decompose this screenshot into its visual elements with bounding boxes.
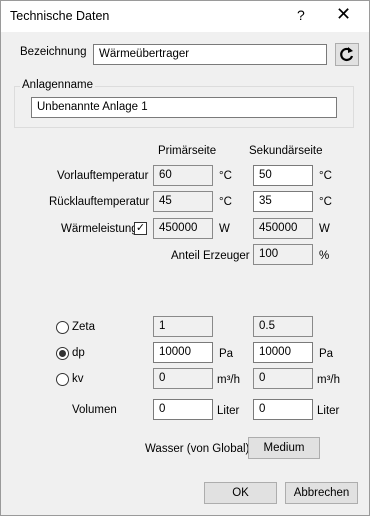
dp-secondary-unit: Pa xyxy=(319,348,334,360)
medium-label: Wasser (von Global) xyxy=(145,443,250,455)
close-icon[interactable]: ✕ xyxy=(336,4,351,25)
volumen-secondary-unit: Liter xyxy=(317,405,340,417)
anlagenname-label: Anlagenname xyxy=(20,79,95,91)
volumen-primary-input[interactable]: 0 xyxy=(153,399,213,420)
vorlauf-secondary-unit: °C xyxy=(319,170,332,182)
leistung-primary-unit: W xyxy=(219,223,230,235)
kv-primary-unit: m³/h xyxy=(217,374,240,386)
dp-primary-input[interactable]: 10000 xyxy=(153,342,213,363)
anteil-field: 100 xyxy=(253,244,313,265)
secondary-column-header: Sekundärseite xyxy=(249,145,323,157)
kv-secondary-unit: m³/h xyxy=(317,374,340,386)
anteil-label: Anteil Erzeuger xyxy=(171,250,250,262)
dp-radio[interactable] xyxy=(56,347,69,360)
vorlauf-primary-field: 60 xyxy=(153,165,213,186)
volumen-secondary-input[interactable]: 0 xyxy=(253,399,313,420)
anlagenname-input[interactable]: Unbenannte Anlage 1 xyxy=(31,97,337,118)
medium-button[interactable]: Medium xyxy=(248,437,320,459)
refresh-icon xyxy=(340,47,354,62)
ruecklauf-primary-field: 45 xyxy=(153,191,213,212)
kv-primary-field: 0 xyxy=(153,368,213,389)
ok-button[interactable]: OK xyxy=(204,482,277,504)
dp-label: dp xyxy=(72,347,85,359)
kv-secondary-field: 0 xyxy=(253,368,313,389)
leistung-checkbox[interactable]: ✓ xyxy=(134,222,147,235)
zeta-primary-field: 1 xyxy=(153,316,213,337)
zeta-secondary-field: 0.5 xyxy=(253,316,313,337)
radio-selected-dot xyxy=(59,350,66,357)
dialog-window: Technische Daten ? ✕ Bezeichnung Wärmeüb… xyxy=(0,0,370,516)
vorlauf-secondary-input[interactable]: 50 xyxy=(253,165,313,186)
kv-label: kv xyxy=(72,373,84,385)
kv-radio[interactable] xyxy=(56,373,69,386)
ruecklauf-secondary-unit: °C xyxy=(319,196,332,208)
dp-primary-unit: Pa xyxy=(219,348,234,360)
ruecklauf-label: Rücklauftemperatur xyxy=(49,196,150,208)
help-button[interactable]: ? xyxy=(297,7,305,23)
bezeichnung-label: Bezeichnung xyxy=(20,46,87,58)
dp-secondary-input[interactable]: 10000 xyxy=(253,342,313,363)
dialog-title: Technische Daten xyxy=(10,9,110,23)
bezeichnung-input[interactable]: Wärmeübertrager xyxy=(93,44,327,65)
volumen-label: Volumen xyxy=(72,404,117,416)
primary-column-header: Primärseite xyxy=(158,145,217,157)
leistung-primary-field: 450000 xyxy=(153,218,213,239)
anteil-unit: % xyxy=(319,250,330,262)
leistung-secondary-field: 450000 xyxy=(253,218,313,239)
vorlauf-label: Vorlauftemperatur xyxy=(57,170,149,182)
zeta-label: Zeta xyxy=(72,321,96,333)
volumen-primary-unit: Liter xyxy=(217,405,240,417)
ruecklauf-primary-unit: °C xyxy=(219,196,232,208)
ruecklauf-secondary-input[interactable]: 35 xyxy=(253,191,313,212)
vorlauf-primary-unit: °C xyxy=(219,170,232,182)
cancel-button[interactable]: Abbrechen xyxy=(285,482,358,504)
zeta-radio[interactable] xyxy=(56,321,69,334)
title-bar: Technische Daten ? ✕ xyxy=(1,1,369,32)
leistung-label: Wärmeleistung xyxy=(61,223,138,235)
leistung-secondary-unit: W xyxy=(319,223,330,235)
refresh-button[interactable] xyxy=(335,43,359,66)
